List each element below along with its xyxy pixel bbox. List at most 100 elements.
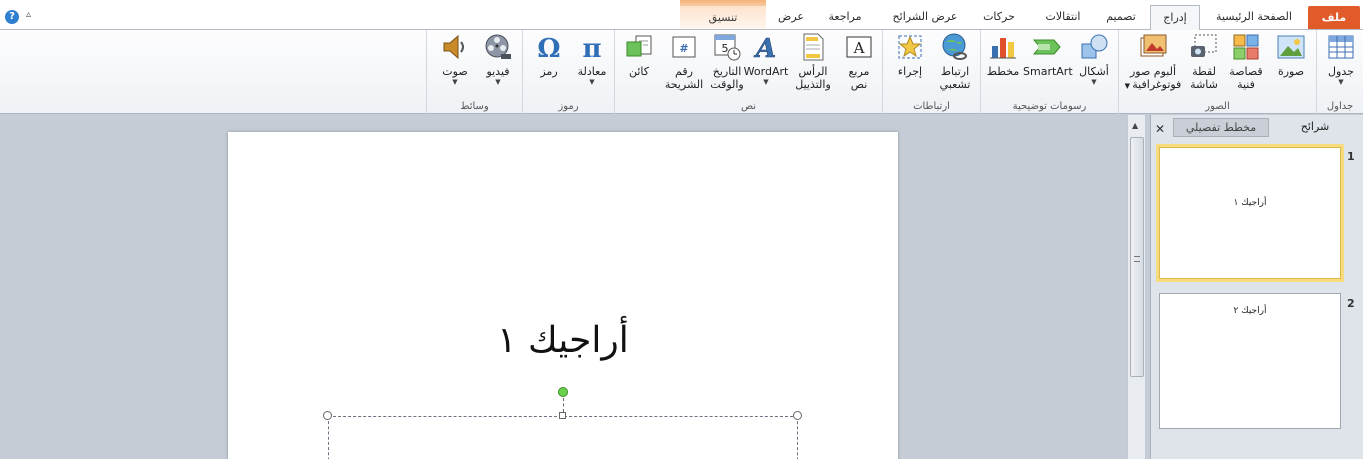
smartart-button[interactable]: SmartArt: [1023, 32, 1073, 78]
screenshot-icon: [1189, 32, 1219, 62]
grip-icon: [1134, 256, 1140, 262]
svg-text:A: A: [853, 39, 865, 57]
wordart-button[interactable]: A WordArt ▼: [743, 32, 789, 86]
ribbon-insert: جدول ▼ جداول صورة قصاصة فنية لقطة شاشة أ…: [0, 30, 1363, 114]
picture-icon: [1276, 32, 1306, 62]
equation-button[interactable]: π معادلة ▼: [571, 32, 613, 86]
action-button[interactable]: إجراء: [889, 32, 931, 78]
screenshot-button[interactable]: لقطة شاشة: [1183, 32, 1225, 91]
resize-handle-top[interactable]: [559, 412, 566, 419]
help-icon[interactable]: ?: [5, 10, 19, 24]
hyperlink-button[interactable]: ارتباط تشعبي: [933, 32, 977, 91]
chevron-down-icon: ▼: [1338, 78, 1344, 86]
tab-design[interactable]: تصميم: [1098, 5, 1144, 30]
tab-view[interactable]: عرض: [770, 5, 812, 30]
svg-text:A: A: [753, 34, 776, 62]
chart-icon: [988, 32, 1018, 62]
header-footer-icon: [798, 32, 828, 62]
group-symbols: π معادلة ▼ Ω رمز رموز: [522, 30, 614, 114]
tab-slides[interactable]: شرائح: [1271, 118, 1359, 137]
slide-number: 1: [1347, 150, 1355, 163]
action-star-icon: [895, 32, 925, 62]
slide-title[interactable]: أراجيك ١: [228, 320, 898, 361]
tab-format[interactable]: تنسيق: [680, 6, 766, 29]
group-label-text: نص: [740, 101, 757, 112]
picture-button[interactable]: صورة: [1269, 32, 1313, 78]
group-label-images: الصور: [1205, 101, 1230, 112]
photo-album-button[interactable]: ألبوم صور ▼ فوتوغرافية: [1123, 32, 1183, 93]
tab-review[interactable]: مراجعة: [816, 5, 874, 30]
omega-icon: Ω: [534, 32, 564, 64]
close-icon[interactable]: ✕: [1155, 122, 1165, 136]
shapes-button[interactable]: أشكال ▼: [1073, 32, 1115, 86]
resize-handle-top-left[interactable]: [323, 411, 332, 420]
content-placeholder[interactable]: [328, 416, 798, 459]
textbox-button[interactable]: A مربع نص: [837, 32, 881, 91]
group-images: صورة قصاصة فنية لقطة شاشة ألبوم صور ▼ فو…: [1118, 30, 1316, 114]
scrollbar-thumb[interactable]: [1130, 137, 1144, 377]
svg-text:#: #: [679, 42, 688, 55]
date-time-button[interactable]: 5 التاريخ والوقت: [707, 32, 747, 91]
group-label-symbols: رموز: [558, 101, 579, 112]
speaker-icon: [440, 32, 470, 62]
clipart-button[interactable]: قصاصة فنية: [1225, 32, 1267, 91]
pi-icon: π: [577, 32, 607, 64]
group-illustrations: أشكال ▼ SmartArt مخطط رسومات توضيحية: [980, 30, 1118, 114]
shapes-icon: [1079, 32, 1109, 62]
chevron-down-icon: ▼: [495, 78, 501, 86]
globe-link-icon: [940, 32, 970, 62]
chevron-down-icon: ▼: [1091, 78, 1097, 86]
header-footer-button[interactable]: الرأس والتذييل: [789, 32, 837, 91]
chevron-down-icon: ▼: [452, 78, 458, 86]
group-text: A مربع نص الرأس والتذييل A WordArt ▼ 5 ا…: [614, 30, 882, 114]
slide-number-button[interactable]: # رقم الشريحة: [661, 32, 707, 91]
table-button[interactable]: جدول ▼: [1321, 32, 1361, 86]
pane-tabs: ✕ مخطط تفصيلي شرائح: [1151, 118, 1363, 138]
tab-file[interactable]: ملف: [1308, 6, 1360, 29]
tab-transitions[interactable]: انتقالات: [1032, 5, 1094, 30]
minimize-ribbon-icon[interactable]: ▵: [26, 9, 31, 20]
group-label-links: ارتباطات: [913, 101, 950, 112]
resize-handle-top-right[interactable]: [793, 411, 802, 420]
tab-home[interactable]: الصفحة الرئيسية: [1206, 5, 1302, 30]
slides-pane: ✕ مخطط تفصيلي شرائح 1 أراجيك ١ 2 أراجيك …: [1150, 115, 1363, 459]
group-label-tables: جداول: [1326, 101, 1354, 112]
table-icon: [1326, 32, 1356, 62]
object-button[interactable]: كائن: [619, 32, 659, 78]
svg-text:Ω: Ω: [537, 34, 560, 62]
video-button[interactable]: فيديو ▼: [477, 32, 519, 86]
calendar-clock-icon: 5: [712, 32, 742, 62]
textbox-icon: A: [844, 32, 874, 62]
rotate-handle[interactable]: [558, 387, 568, 397]
thumbnail-title: أراجيك ١: [1233, 198, 1267, 208]
thumbnail-title: أراجيك ٢: [1233, 306, 1267, 316]
photo-album-icon: [1138, 32, 1168, 62]
chart-button[interactable]: مخطط: [983, 32, 1023, 78]
vertical-scrollbar[interactable]: ▲: [1127, 115, 1145, 459]
wordart-icon: A: [751, 32, 781, 65]
ribbon-tab-bar: ? ▵ تنسيق عرض مراجعة عرض الشرائح حركات ا…: [0, 0, 1363, 31]
group-media: فيديو ▼ صوت ▼ وسائط: [426, 30, 522, 114]
tab-slideshow[interactable]: عرض الشرائح: [880, 5, 970, 30]
object-icon: [624, 32, 654, 62]
audio-button[interactable]: صوت ▼: [435, 32, 475, 86]
chevron-down-icon: ▼: [763, 78, 769, 86]
smartart-icon: [1032, 32, 1062, 62]
slide-number-icon: #: [669, 32, 699, 62]
slide-thumbnail-2[interactable]: أراجيك ٢: [1159, 293, 1341, 429]
group-tables: جدول ▼ جداول: [1316, 30, 1363, 114]
slide-thumbnail-1[interactable]: أراجيك ١: [1156, 144, 1344, 282]
group-links: ارتباط تشعبي إجراء ارتباطات: [882, 30, 980, 114]
scroll-up-icon[interactable]: ▲: [1132, 121, 1138, 130]
slide-canvas[interactable]: أراجيك ١: [228, 132, 898, 459]
symbol-button[interactable]: Ω رمز: [529, 32, 569, 78]
film-reel-icon: [483, 32, 513, 62]
svg-text:5: 5: [722, 42, 729, 55]
clipart-icon: [1231, 32, 1261, 62]
tab-insert[interactable]: إدراج: [1150, 5, 1200, 31]
group-label-media: وسائط: [460, 101, 489, 112]
svg-text:π: π: [582, 34, 601, 62]
tab-outline[interactable]: مخطط تفصيلي: [1173, 118, 1269, 137]
slide-number: 2: [1347, 297, 1355, 310]
tab-animations[interactable]: حركات: [976, 5, 1022, 30]
